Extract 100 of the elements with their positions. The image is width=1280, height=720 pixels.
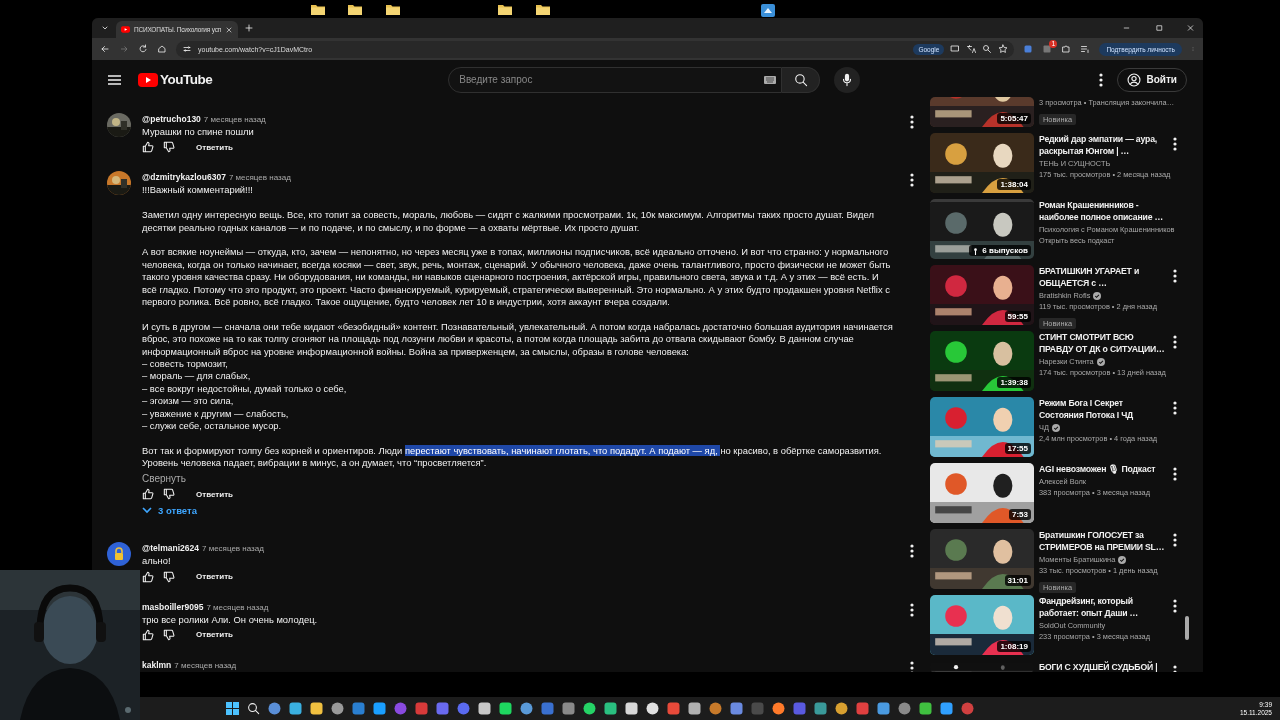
video-title[interactable]: Редкий дар эмпатии — аура, раскрытая Юнгом | …: [1039, 133, 1180, 157]
app-icon[interactable]: [331, 702, 344, 715]
more-icon[interactable]: [910, 173, 914, 188]
thumbs-up-icon[interactable]: [142, 141, 154, 154]
more-icon[interactable]: [910, 544, 914, 559]
app-icon[interactable]: [772, 702, 785, 715]
video-title[interactable]: Фандрейзинг, который работает: опыт Даши …: [1039, 595, 1180, 619]
thumbs-down-icon[interactable]: [163, 570, 175, 583]
app-icon[interactable]: [625, 702, 638, 715]
app-icon[interactable]: [310, 702, 323, 715]
menu-icon[interactable]: [108, 74, 121, 85]
home-icon[interactable]: [157, 44, 167, 54]
app-icon[interactable]: [499, 702, 512, 715]
app-icon[interactable]: [646, 702, 659, 715]
translate-icon[interactable]: [966, 44, 977, 54]
windows-logo-icon[interactable]: [226, 702, 239, 715]
more-icon[interactable]: [1173, 269, 1177, 283]
comment-time[interactable]: 7 месяцев назад: [201, 543, 264, 556]
thumbs-up-icon[interactable]: [142, 570, 154, 583]
reply-button[interactable]: Ответить: [190, 486, 239, 502]
folder-icon: [498, 4, 512, 15]
duration-badge: 31:01: [1004, 575, 1031, 586]
extension-icon[interactable]: [1042, 44, 1053, 54]
video-title[interactable]: Братишкин ГОЛОСУЕТ за СТРИМЕРОВ на ПРЕМИИ SL…: [1039, 529, 1180, 553]
account-icon: [1127, 72, 1142, 87]
more-icon[interactable]: [1173, 599, 1177, 613]
video-title[interactable]: БОГИ С ХУДШЕЙ СУДЬБОЙ |: [1039, 661, 1180, 672]
app-icon[interactable]: [583, 702, 596, 715]
more-icon[interactable]: [910, 602, 914, 617]
voice-search-button[interactable]: [834, 66, 861, 93]
search-icon[interactable]: [247, 702, 260, 715]
extension-icon[interactable]: [1023, 44, 1034, 54]
star-icon[interactable]: [998, 44, 1009, 54]
back-icon[interactable]: [100, 44, 110, 54]
search-field[interactable]: Введите запрос: [448, 66, 783, 93]
comment-author[interactable]: masboiller9095: [142, 600, 204, 613]
app-icon[interactable]: [268, 702, 281, 715]
comment-author[interactable]: @petrucho130: [142, 113, 201, 126]
scrollbar-thumb[interactable]: [1185, 616, 1189, 640]
video-title[interactable]: AGI невозможен 🎙 Подкаст: [1039, 463, 1180, 475]
video-title[interactable]: Режим Бога I Секрет Состояния Потока I ЧД: [1039, 397, 1180, 421]
more-icon[interactable]: [1099, 72, 1104, 87]
replies-toggle[interactable]: 3 ответа: [142, 505, 197, 517]
comment-time[interactable]: 7 месяцев назад: [203, 114, 266, 127]
install-icon[interactable]: [950, 44, 961, 54]
play-logo-icon: [121, 26, 130, 33]
app-icon[interactable]: [877, 702, 890, 715]
microphone-icon: [842, 72, 853, 87]
reply-button[interactable]: Ответить: [190, 627, 239, 643]
app-icon[interactable]: [289, 702, 302, 715]
thumbs-down-icon[interactable]: [163, 488, 175, 501]
more-icon[interactable]: [1173, 401, 1177, 415]
app-icon[interactable]: [835, 702, 848, 715]
app-icon[interactable]: [604, 702, 617, 715]
reply-button[interactable]: Ответить: [190, 569, 239, 584]
comment-author[interactable]: kaklmn: [142, 658, 172, 672]
comment-time[interactable]: 7 месяцев назад: [228, 172, 291, 185]
comment-time[interactable]: 7 месяцев назад: [206, 601, 269, 614]
site-settings-icon[interactable]: [182, 44, 192, 54]
comment-text: !!!Важный комментарий!!!: [142, 184, 254, 197]
zoom-icon[interactable]: [982, 44, 993, 54]
maximize-icon[interactable]: [1155, 23, 1164, 33]
duration-badge: 59:55: [1004, 311, 1031, 322]
keyboard-icon[interactable]: [764, 75, 777, 84]
video-title[interactable]: Роман Крашенинников - наиболее полное описание …: [1039, 199, 1180, 223]
comment-author[interactable]: @telmani2624: [142, 542, 199, 555]
new-tab-icon[interactable]: [244, 23, 254, 33]
app-icon: [761, 4, 775, 17]
comment-author[interactable]: @dzmitrykazlou6307: [142, 171, 226, 184]
app-icon[interactable]: [940, 702, 953, 715]
video-title[interactable]: БРАТИШКИН УГАРАЕТ и ОБЩАЕТСЯ с …: [1039, 265, 1180, 289]
duration-badge: 17:55: [1004, 443, 1031, 454]
close-icon[interactable]: [1186, 23, 1195, 33]
logo-text[interactable]: YouTube: [160, 72, 213, 87]
thumbs-up-icon[interactable]: [142, 628, 154, 641]
app-icon[interactable]: [919, 702, 932, 715]
media-icon[interactable]: [1080, 44, 1091, 54]
app-icon[interactable]: [478, 702, 491, 715]
comment-time[interactable]: 7 месяцев назад: [174, 659, 237, 672]
more-icon[interactable]: [1173, 533, 1177, 547]
search-button[interactable]: [782, 66, 821, 93]
more-icon[interactable]: [1173, 137, 1177, 151]
play-logo-icon[interactable]: [138, 72, 158, 87]
reply-button[interactable]: Ответить: [190, 139, 239, 155]
search-icon: [793, 72, 808, 87]
thumbs-up-icon[interactable]: [142, 488, 154, 501]
reload-icon[interactable]: [138, 44, 148, 54]
thumbs-down-icon[interactable]: [163, 141, 175, 154]
app-icon[interactable]: [373, 702, 386, 715]
more-icon[interactable]: [910, 660, 914, 672]
puzzle-icon[interactable]: [1061, 44, 1072, 54]
collapse-link[interactable]: Свернуть: [142, 472, 186, 484]
folder-icon: [348, 4, 362, 15]
app-icon[interactable]: [688, 702, 701, 715]
video-title[interactable]: СТИНТ СМОТРИТ ВСЮ ПРАВДУ ОТ ДК о СИТУАЦИИ…: [1039, 331, 1180, 355]
more-icon[interactable]: [910, 115, 914, 129]
more-icon[interactable]: [1173, 467, 1177, 481]
more-icon[interactable]: [1173, 335, 1177, 349]
app-icon[interactable]: [520, 702, 533, 715]
thumbs-down-icon[interactable]: [163, 628, 175, 641]
